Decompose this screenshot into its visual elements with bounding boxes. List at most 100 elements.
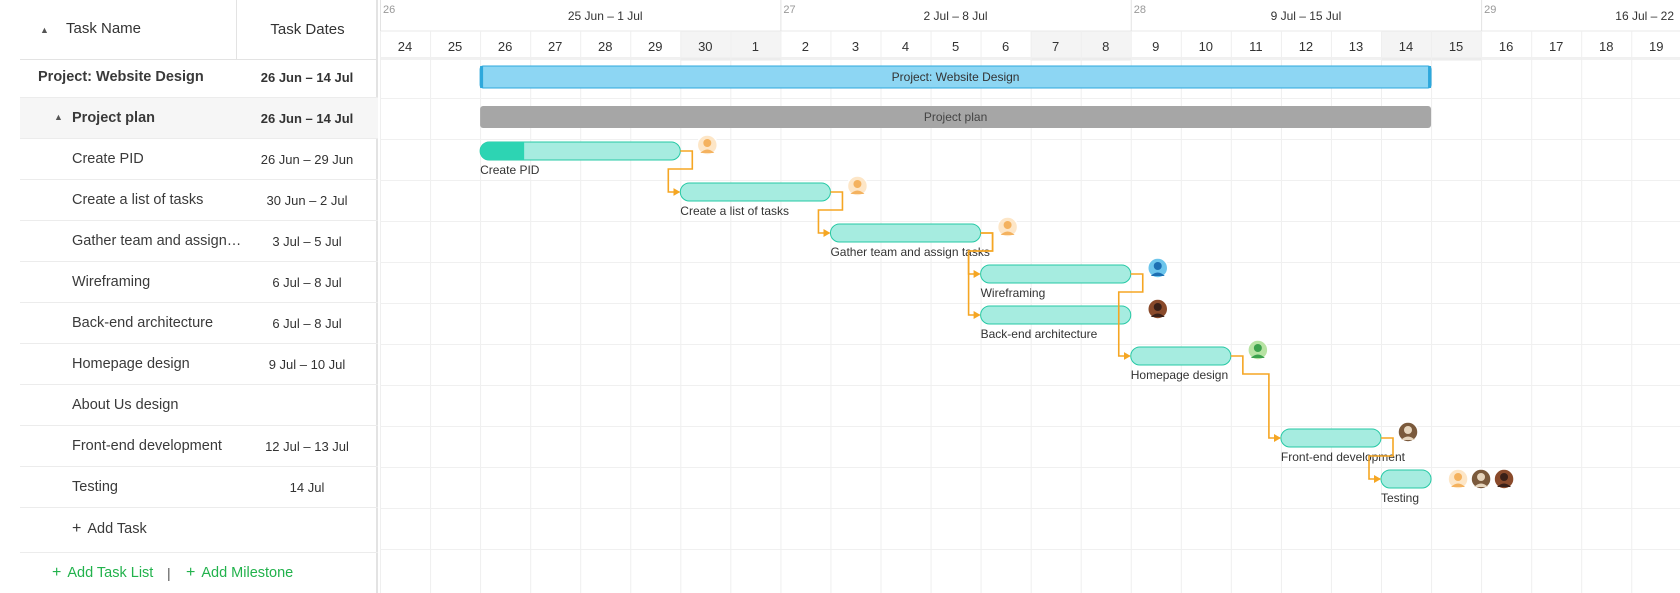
row-name: Create a list of tasks: [72, 192, 204, 208]
grid-row-task[interactable]: Front-end development 12 Jul – 13 Jul: [20, 426, 378, 467]
day-label: 3: [852, 39, 859, 54]
row-name: Back-end architecture: [72, 315, 214, 331]
grid-row-task[interactable]: Homepage design 9 Jul – 10 Jul: [20, 344, 378, 385]
collapse-icon[interactable]: ▲: [54, 112, 63, 122]
day-label: 4: [902, 39, 909, 54]
row-name: Create PID: [72, 151, 144, 167]
grid-row-task[interactable]: Gather team and assign t... 3 Jul – 5 Ju…: [20, 221, 378, 262]
task-bar: [1380, 469, 1432, 489]
task-bar: [980, 305, 1132, 325]
footer-separator: |: [167, 565, 171, 581]
avatar: [1470, 468, 1492, 490]
timeline-svg: 24 25 26 27 28 29 30 1 2 3 4 5 6 7 8 9 10 11 12 13 14 15 16 17 1…: [380, 0, 1680, 593]
gantt-chart: 24 25 26 27 28 29 30 1 2 3 4 5 6 7 8 9 10 11 12 13 14 15 16 17 1…: [380, 0, 1680, 593]
row-name: Project: Website Design: [38, 69, 204, 85]
column-header-task-name[interactable]: Task Name: [66, 20, 141, 37]
task-bar: [829, 223, 982, 243]
row-dates: 26 Jun – 29 Jun: [260, 152, 354, 167]
row-dates: 14 Jul: [289, 480, 325, 495]
task-bar-label: Front-end development: [1281, 450, 1406, 464]
grid-row-task[interactable]: Create a list of tasks 30 Jun – 2 Jul: [20, 180, 378, 221]
day-label: 24: [398, 39, 412, 54]
row-name: Homepage design: [72, 356, 190, 372]
avatar: [1247, 339, 1269, 361]
avatar: [696, 134, 719, 156]
day-label: 14: [1399, 39, 1413, 54]
avatar: [846, 175, 869, 197]
row-dates: 26 Jun – 14 Jul: [260, 111, 354, 126]
day-label: 16: [1499, 39, 1513, 54]
task-bar-group: Front-end development: [1280, 421, 1419, 464]
week-number: 27: [783, 4, 795, 16]
task-bar-group: Wireframing: [980, 257, 1169, 300]
add-task-list-button[interactable]: + Add Task List: [52, 553, 153, 593]
task-bar-label: Create a list of tasks: [680, 204, 789, 218]
day-label: 27: [548, 39, 562, 54]
day-label: 19: [1649, 39, 1663, 54]
grid-footer: + Add Task List | + Add Milestone: [20, 552, 378, 593]
task-bar-label: Create PID: [480, 163, 540, 177]
task-grid: ▲ Task Name Task Dates Project: Website …: [0, 0, 378, 593]
avatar: [1397, 421, 1419, 443]
week-number: 29: [1484, 4, 1496, 16]
day-label: 7: [1052, 39, 1059, 54]
task-bar-label: Gather team and assign tasks: [830, 245, 989, 259]
add-task-label: Add Task: [87, 521, 147, 537]
avatar-head: [1500, 473, 1509, 481]
grid-row-task-list[interactable]: ▲ Project plan 26 Jun – 14 Jul: [20, 98, 378, 139]
week-range-label: 25 Jun – 1 Jul: [568, 9, 643, 23]
task-bar-group: Testing: [1380, 468, 1515, 505]
avatar: [996, 216, 1019, 238]
avatar: [1493, 468, 1515, 490]
task-bar: [1280, 428, 1382, 448]
row-name: About Us design: [72, 397, 179, 413]
dependency-link: [1230, 355, 1281, 442]
week-number: 28: [1134, 4, 1146, 16]
row-dates: 12 Jul – 13 Jul: [265, 439, 349, 454]
day-label: 13: [1349, 39, 1363, 54]
task-bar-group: Homepage design: [1130, 339, 1269, 382]
row-dates: 3 Jul – 5 Jul: [272, 234, 342, 249]
add-task-row: + Add Task: [20, 508, 378, 549]
day-label: 25: [448, 39, 462, 54]
grid-row-task[interactable]: About Us design: [20, 385, 378, 426]
grid-row-task[interactable]: Create PID 26 Jun – 29 Jun: [20, 139, 378, 180]
resize-handle-left: [480, 66, 484, 88]
grid-row-task[interactable]: Wireframing 6 Jul – 8 Jul: [20, 262, 378, 303]
day-label: 29: [648, 39, 662, 54]
avatar-head: [853, 180, 862, 188]
task-bar-group: Create a list of tasks: [679, 175, 869, 218]
plus-icon: +: [72, 520, 82, 537]
avatar-head: [1454, 473, 1463, 481]
row-dates: 30 Jun – 2 Jul: [266, 193, 348, 208]
week-range-label: 2 Jul – 8 Jul: [924, 9, 988, 23]
day-label: 28: [598, 39, 612, 54]
resize-handle-right: [1428, 66, 1432, 88]
day-label: 12: [1299, 39, 1313, 54]
task-bar-group: Gather team and assign tasks: [829, 216, 1019, 259]
day-label: 15: [1449, 39, 1463, 54]
collapse-all-icon[interactable]: ▲: [40, 25, 49, 35]
add-task-button[interactable]: + Add Task: [72, 508, 147, 550]
grid-row-project[interactable]: Project: Website Design 26 Jun – 14 Jul: [20, 57, 378, 98]
day-label: 17: [1549, 39, 1563, 54]
day-label: 10: [1199, 39, 1213, 54]
add-milestone-button[interactable]: + Add Milestone: [186, 553, 293, 593]
task-bar-label: Homepage design: [1131, 368, 1228, 382]
task-bar-label: Back-end architecture: [981, 327, 1098, 341]
grid-row-task[interactable]: Back-end architecture 6 Jul – 8 Jul: [20, 303, 378, 344]
week-range-label: 16 Jul – 22: [1615, 9, 1674, 23]
row-name: Project plan: [72, 110, 155, 126]
day-label: 2: [802, 39, 809, 54]
task-bar-group: Back-end architecture: [980, 298, 1169, 341]
row-dates: 6 Jul – 8 Jul: [272, 316, 342, 331]
row-name: Testing: [72, 479, 118, 495]
column-header-task-dates[interactable]: Task Dates: [236, 0, 378, 59]
grid-row-task[interactable]: Testing 14 Jul: [20, 467, 378, 508]
day-label: 1: [752, 39, 759, 54]
day-label: 26: [498, 39, 512, 54]
day-label: 5: [952, 39, 959, 54]
project-bar-label: Project: Website Design: [892, 70, 1020, 84]
week-number: 26: [383, 4, 395, 16]
task-bar-label: Testing: [1381, 491, 1419, 505]
